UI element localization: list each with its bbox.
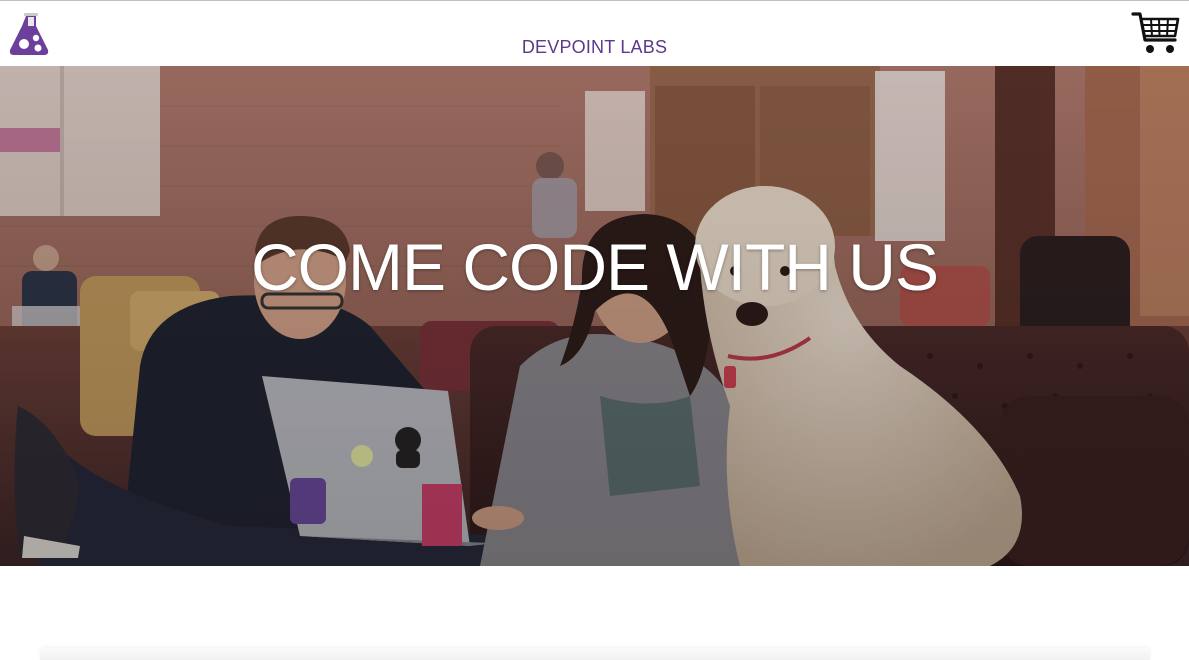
- hero-title: COME CODE WITH US: [251, 230, 939, 304]
- shopping-cart-icon: [1131, 12, 1180, 53]
- cart-button[interactable]: [1131, 10, 1181, 58]
- site-header: DEVPOINT LABS: [0, 0, 1189, 66]
- content-section: [0, 566, 1189, 660]
- hero-background-photo: [0, 66, 1189, 566]
- site-brand: DEVPOINT LABS: [0, 37, 1189, 58]
- page: DEVPOINT LABS COME CODE WITH US: [0, 0, 1189, 660]
- brand-name[interactable]: DEVPOINT LABS: [522, 37, 667, 57]
- hero-banner: COME CODE WITH US: [0, 66, 1189, 566]
- content-card: [40, 648, 1150, 660]
